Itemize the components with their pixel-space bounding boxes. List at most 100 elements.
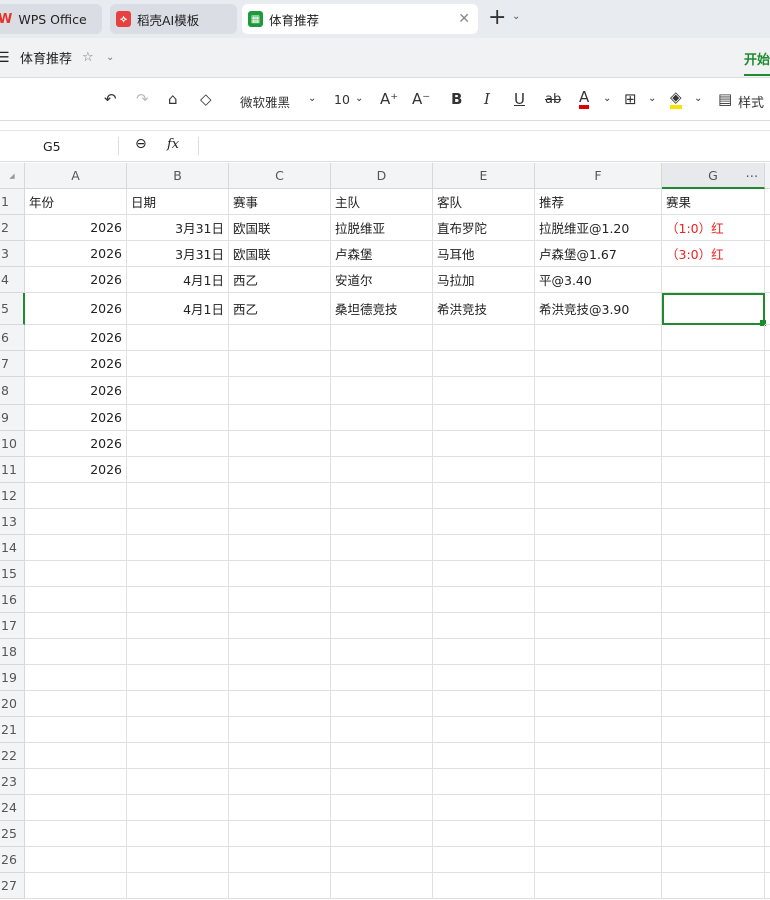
cell-G25[interactable]	[662, 821, 765, 847]
cell-C22[interactable]	[229, 743, 331, 769]
cell-F26[interactable]	[535, 847, 662, 873]
row-header-24[interactable]: 24	[0, 795, 25, 821]
cell-B15[interactable]	[127, 561, 229, 587]
cell-F13[interactable]	[535, 509, 662, 535]
cell-C4[interactable]: 西乙	[229, 267, 331, 293]
name-box[interactable]: G5	[43, 139, 61, 154]
cell-B2[interactable]: 3月31日	[127, 215, 229, 241]
chevron-down-icon[interactable]: ⌄	[648, 93, 656, 104]
cell-E27[interactable]	[433, 873, 535, 899]
cell-G21[interactable]	[662, 717, 765, 743]
cell-A16[interactable]	[25, 587, 127, 613]
cell-E16[interactable]	[433, 587, 535, 613]
cell-H6[interactable]	[765, 325, 770, 351]
cell-F8[interactable]	[535, 377, 662, 405]
cell-D26[interactable]	[331, 847, 433, 873]
cell-E9[interactable]	[433, 405, 535, 431]
cell-C25[interactable]	[229, 821, 331, 847]
cell-A2[interactable]: 2026	[25, 215, 127, 241]
cell-E19[interactable]	[433, 665, 535, 691]
redo-icon[interactable]: ↷	[136, 90, 149, 108]
strikethrough-icon[interactable]: ab	[545, 92, 561, 107]
cell-D24[interactable]	[331, 795, 433, 821]
cell-B14[interactable]	[127, 535, 229, 561]
menu-icon[interactable]: ☰	[0, 50, 10, 66]
cell-E6[interactable]	[433, 325, 535, 351]
cell-E14[interactable]	[433, 535, 535, 561]
cell-C2[interactable]: 欧国联	[229, 215, 331, 241]
cell-H11[interactable]	[765, 457, 770, 483]
row-header-17[interactable]: 17	[0, 613, 25, 639]
cell-F11[interactable]	[535, 457, 662, 483]
cell-F2[interactable]: 拉脱维亚@1.20	[535, 215, 662, 241]
cell-F16[interactable]	[535, 587, 662, 613]
cell-E11[interactable]	[433, 457, 535, 483]
row-header-18[interactable]: 18	[0, 639, 25, 665]
cell-A4[interactable]: 2026	[25, 267, 127, 293]
cell-B11[interactable]	[127, 457, 229, 483]
cell-H9[interactable]	[765, 405, 770, 431]
cell-A13[interactable]	[25, 509, 127, 535]
cell-D15[interactable]	[331, 561, 433, 587]
select-all-corner[interactable]: ◢	[0, 163, 25, 189]
tab-sports[interactable]: ▦ 体育推荐 ✕	[242, 4, 478, 34]
cell-B4[interactable]: 4月1日	[127, 267, 229, 293]
cell-A23[interactable]	[25, 769, 127, 795]
cell-H4[interactable]	[765, 267, 770, 293]
chevron-down-icon[interactable]: ⌄	[603, 93, 611, 104]
cell-C16[interactable]	[229, 587, 331, 613]
cell-G11[interactable]	[662, 457, 765, 483]
cell-F6[interactable]	[535, 325, 662, 351]
cell-A6[interactable]: 2026	[25, 325, 127, 351]
font-color-icon[interactable]: A	[579, 90, 590, 109]
row-header-25[interactable]: 25	[0, 821, 25, 847]
cell-D11[interactable]	[331, 457, 433, 483]
cell-E10[interactable]	[433, 431, 535, 457]
cell-A11[interactable]: 2026	[25, 457, 127, 483]
cell-E7[interactable]	[433, 351, 535, 377]
cell-D6[interactable]	[331, 325, 433, 351]
cell-E15[interactable]	[433, 561, 535, 587]
cell-D13[interactable]	[331, 509, 433, 535]
row-header-21[interactable]: 21	[0, 717, 25, 743]
cell-G14[interactable]	[662, 535, 765, 561]
cell-F19[interactable]	[535, 665, 662, 691]
cell-H26[interactable]	[765, 847, 770, 873]
bold-icon[interactable]: B	[451, 90, 462, 108]
cell-C7[interactable]	[229, 351, 331, 377]
cell-F22[interactable]	[535, 743, 662, 769]
row-header-13[interactable]: 13	[0, 509, 25, 535]
cell-B27[interactable]	[127, 873, 229, 899]
cell-B10[interactable]	[127, 431, 229, 457]
cell-B13[interactable]	[127, 509, 229, 535]
cell-E22[interactable]	[433, 743, 535, 769]
cell-A21[interactable]	[25, 717, 127, 743]
row-header-9[interactable]: 9	[0, 405, 25, 431]
cell-G22[interactable]	[662, 743, 765, 769]
row-header-1[interactable]: 1	[0, 189, 25, 215]
cell-H2[interactable]	[765, 215, 770, 241]
cell-H25[interactable]	[765, 821, 770, 847]
row-header-20[interactable]: 20	[0, 691, 25, 717]
more-icon[interactable]: ⋯	[746, 168, 759, 183]
cell-C18[interactable]	[229, 639, 331, 665]
cell-A3[interactable]: 2026	[25, 241, 127, 267]
cell-A8[interactable]: 2026	[25, 377, 127, 405]
cell-C23[interactable]	[229, 769, 331, 795]
chevron-down-icon[interactable]: ⌄	[512, 11, 520, 22]
cell-D3[interactable]: 卢森堡	[331, 241, 433, 267]
row-header-10[interactable]: 10	[0, 431, 25, 457]
cell-C1[interactable]: 赛事	[229, 189, 331, 215]
row-header-26[interactable]: 26	[0, 847, 25, 873]
cell-E12[interactable]	[433, 483, 535, 509]
chevron-down-icon[interactable]: ⌄	[106, 52, 114, 63]
cell-A12[interactable]	[25, 483, 127, 509]
cell-D21[interactable]	[331, 717, 433, 743]
cell-C14[interactable]	[229, 535, 331, 561]
column-header-C[interactable]: C	[229, 163, 331, 189]
cell-H19[interactable]	[765, 665, 770, 691]
cell-H7[interactable]	[765, 351, 770, 377]
cell-B24[interactable]	[127, 795, 229, 821]
cell-B17[interactable]	[127, 613, 229, 639]
cell-B19[interactable]	[127, 665, 229, 691]
